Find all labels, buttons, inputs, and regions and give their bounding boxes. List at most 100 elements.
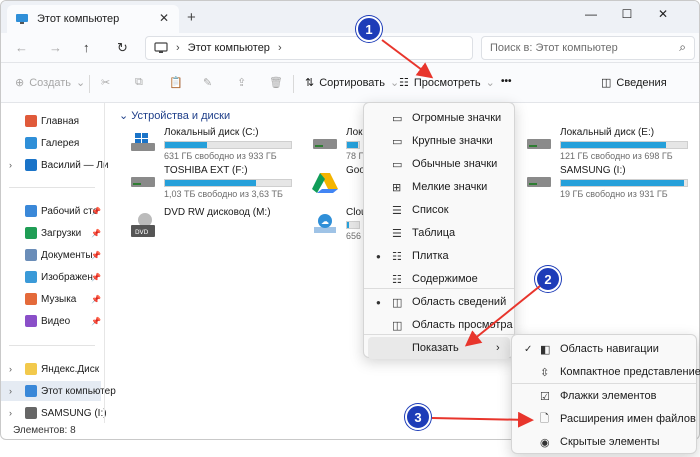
pin-icon: 📌: [91, 206, 101, 216]
view-menu-item-label: Область сведений: [412, 296, 507, 308]
sidebar-item[interactable]: Изображен 📌: [1, 267, 101, 287]
yandex-disk-icon: [25, 363, 37, 375]
selected-dot-icon: ●: [376, 297, 381, 307]
drive-usage-bar: [560, 141, 688, 149]
pin-icon: 📌: [91, 316, 101, 326]
view-menu-item-label: Показать: [412, 342, 459, 354]
tab-close-icon[interactable]: ✕: [159, 11, 169, 25]
create-button[interactable]: ⊕ Создать ⌄: [15, 76, 86, 90]
delete-icon[interactable]: 🗑: [269, 76, 283, 89]
show-menu-item[interactable]: ✓ ◧ Область навигации: [516, 338, 692, 360]
show-option-icon: ⇳: [540, 366, 550, 379]
breadcrumb-item[interactable]: Этот компьютер: [188, 42, 270, 54]
cut-icon[interactable]: ✂: [101, 76, 110, 89]
expand-chevron-icon[interactable]: ›: [9, 160, 12, 170]
view-menu-item[interactable]: Показать ›: [368, 337, 510, 359]
sidebar-item[interactable]: Галерея: [1, 133, 101, 153]
share-icon[interactable]: ⇪: [237, 76, 246, 89]
section-header-devices[interactable]: ⌄ Устройства и диски: [119, 109, 230, 122]
selected-dot-icon: ●: [376, 251, 381, 261]
view-menu-item-label: Плитка: [412, 250, 449, 262]
view-menu-item-label: Список: [412, 204, 449, 216]
view-menu-item[interactable]: ● ☷ Плитка: [368, 245, 510, 267]
expand-chevron-icon[interactable]: ›: [9, 364, 12, 374]
chevron-down-icon: ⌄: [485, 77, 495, 89]
show-menu-item[interactable]: ◉ Скрытые элементы: [516, 431, 692, 453]
details-pane-icon: ◫: [601, 77, 612, 89]
show-menu-item[interactable]: ⇳ Компактное представление: [516, 361, 700, 383]
address-bar[interactable]: › Этот компьютер ›: [145, 36, 473, 60]
tab-this-pc[interactable]: Этот компьютер ✕: [7, 5, 179, 33]
view-option-icon: ☷: [392, 250, 402, 263]
expand-chevron-icon[interactable]: ›: [9, 386, 12, 396]
sidebar-item[interactable]: › Этот компьютер: [1, 381, 116, 401]
back-button[interactable]: ←: [15, 40, 28, 55]
sidebar-item[interactable]: Видео 📌: [1, 311, 101, 331]
search-input[interactable]: Поиск в: Этот компьютер ⌕: [481, 36, 695, 60]
forward-button[interactable]: →: [49, 40, 62, 55]
sidebar-item-label: Загрузки: [41, 227, 82, 239]
sort-button[interactable]: ⇅ Сортировать ⌄: [305, 76, 399, 90]
hdd-icon: [129, 171, 157, 191]
sidebar-item[interactable]: › Василий — Ли: [1, 155, 109, 175]
view-menu-item[interactable]: ☷ Содержимое: [368, 268, 510, 290]
breadcrumb-chevron-icon: ›: [176, 42, 180, 54]
show-option-icon: ☑: [540, 390, 550, 403]
show-menu-item-label: Компактное представление: [560, 366, 700, 378]
documents-icon: [25, 249, 37, 261]
chevron-down-icon: ⌄: [76, 77, 86, 89]
copy-icon[interactable]: ⧉: [135, 76, 143, 89]
view-menu-item[interactable]: ● ◫ Область сведений: [368, 291, 510, 313]
plus-icon: ⊕: [15, 77, 25, 89]
sidebar-item-label: Яндекс.Диск: [41, 363, 100, 375]
view-menu-item[interactable]: ▭ Огромные значки: [368, 107, 510, 129]
sidebar-item[interactable]: Главная: [1, 111, 101, 131]
drive-usage-fill: [165, 142, 207, 148]
view-menu-item-label: Мелкие значки: [412, 181, 488, 193]
rename-icon[interactable]: ✎: [203, 76, 212, 89]
view-menu-item[interactable]: ▭ Обычные значки: [368, 153, 510, 175]
view-option-icon: ◫: [392, 319, 403, 332]
pane-divider[interactable]: [104, 103, 105, 423]
close-window-button[interactable]: ✕: [653, 7, 673, 21]
callout-badge: 2: [535, 266, 561, 292]
minimize-button[interactable]: —: [581, 7, 601, 21]
monitor-icon: [154, 42, 168, 53]
svg-text:☁: ☁: [321, 217, 329, 226]
refresh-button[interactable]: ↻: [117, 40, 128, 56]
show-menu-item[interactable]: ☑ Флажки элементов: [516, 385, 692, 407]
sidebar-item[interactable]: Документы 📌: [1, 245, 101, 265]
drive-usage-bar: [164, 179, 292, 187]
sidebar-item[interactable]: Рабочий сто 📌: [1, 201, 101, 221]
view-icon: ☷: [399, 77, 409, 89]
view-menu-item[interactable]: ▭ Крупные значки: [368, 130, 510, 152]
sidebar-item-label: SAMSUNG (I:): [41, 407, 107, 419]
details-label: Сведения: [616, 76, 667, 89]
view-menu-item-label: Обычные значки: [412, 158, 498, 170]
view-menu-item[interactable]: ◫ Область просмотра: [368, 314, 513, 336]
view-option-icon: ☰: [392, 204, 402, 217]
maximize-button[interactable]: ☐: [617, 7, 637, 21]
view-menu-item[interactable]: ☰ Список: [368, 199, 510, 221]
show-menu-item[interactable]: 🗋 Расширения имен файлов: [516, 408, 696, 430]
up-button[interactable]: ↑: [83, 40, 90, 55]
sidebar-item[interactable]: Загрузки 📌: [1, 223, 101, 243]
view-menu-item[interactable]: ☰ Таблица: [368, 222, 510, 244]
sidebar-item[interactable]: Музыка 📌: [1, 289, 101, 309]
submenu-chevron-icon: ›: [496, 342, 500, 354]
drive-name: Локальный диск (C:): [164, 127, 259, 138]
menu-separator: [364, 288, 514, 289]
new-tab-button[interactable]: +: [187, 9, 196, 26]
expand-chevron-icon[interactable]: ›: [9, 408, 12, 418]
view-menu-item-label: Содержимое: [412, 273, 478, 285]
sidebar-item-label: Галерея: [41, 137, 80, 149]
paste-icon[interactable]: 📋: [169, 76, 183, 89]
view-button[interactable]: ☷ Просмотреть ⌄: [399, 76, 495, 90]
tab-label: Этот компьютер: [37, 13, 120, 25]
sidebar-item[interactable]: › SAMSUNG (I:): [1, 403, 107, 423]
details-button[interactable]: ◫ Сведения: [601, 76, 667, 90]
more-options-button[interactable]: •••: [501, 76, 512, 87]
view-menu-item[interactable]: ⊞ Мелкие значки: [368, 176, 510, 198]
show-menu-item-label: Скрытые элементы: [560, 436, 660, 448]
sidebar-item[interactable]: › Яндекс.Диск: [1, 359, 101, 379]
